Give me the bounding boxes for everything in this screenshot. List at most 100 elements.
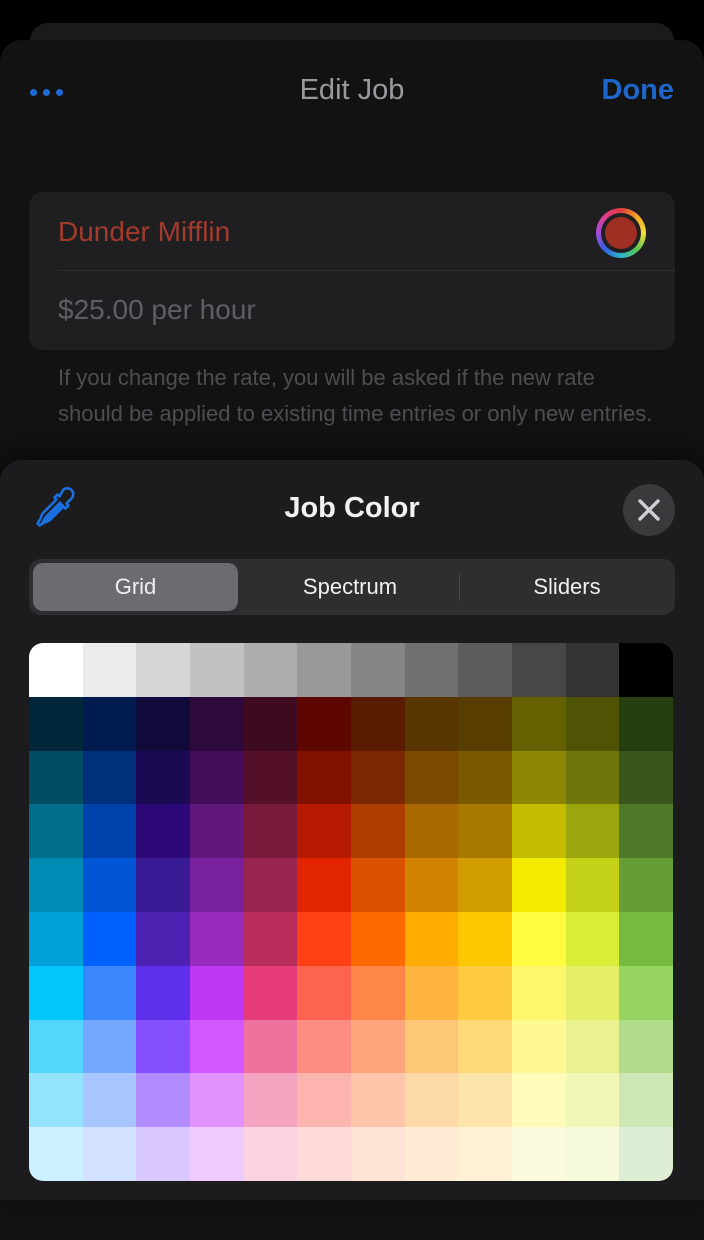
- color-cell[interactable]: [243, 858, 298, 912]
- color-cell[interactable]: [458, 643, 512, 697]
- color-cell[interactable]: [190, 750, 244, 805]
- color-cell[interactable]: [136, 965, 190, 1020]
- color-cell[interactable]: [458, 696, 512, 751]
- color-cell[interactable]: [136, 696, 190, 751]
- color-cell[interactable]: [82, 858, 137, 912]
- color-cell[interactable]: [404, 696, 459, 751]
- color-cell[interactable]: [619, 1073, 673, 1128]
- color-cell[interactable]: [351, 1073, 405, 1128]
- color-cell[interactable]: [404, 858, 459, 912]
- color-cell[interactable]: [82, 1073, 137, 1128]
- tab-spectrum[interactable]: Spectrum: [244, 563, 456, 611]
- color-cell[interactable]: [243, 696, 298, 751]
- color-cell[interactable]: [136, 804, 190, 859]
- color-cell[interactable]: [82, 965, 137, 1020]
- color-cell[interactable]: [297, 858, 351, 912]
- color-cell[interactable]: [190, 696, 244, 751]
- color-cell[interactable]: [565, 911, 620, 966]
- color-cell[interactable]: [29, 750, 83, 805]
- color-cell[interactable]: [512, 643, 566, 697]
- color-cell[interactable]: [190, 965, 244, 1020]
- color-cell[interactable]: [82, 696, 137, 751]
- color-cell[interactable]: [190, 643, 244, 697]
- color-cell[interactable]: [404, 965, 459, 1020]
- color-cell[interactable]: [29, 643, 83, 697]
- color-cell[interactable]: [619, 696, 673, 751]
- color-cell[interactable]: [565, 1073, 620, 1128]
- color-cell[interactable]: [136, 750, 190, 805]
- color-cell[interactable]: [243, 643, 298, 697]
- color-cell[interactable]: [297, 804, 351, 859]
- color-cell[interactable]: [351, 858, 405, 912]
- color-cell[interactable]: [243, 1019, 298, 1074]
- color-cell[interactable]: [297, 1019, 351, 1074]
- color-cell[interactable]: [619, 750, 673, 805]
- color-cell[interactable]: [404, 1127, 459, 1181]
- tab-sliders[interactable]: Sliders: [463, 563, 671, 611]
- job-color-swatch[interactable]: [596, 208, 646, 258]
- color-cell[interactable]: [297, 643, 351, 697]
- color-cell[interactable]: [458, 911, 512, 966]
- color-cell[interactable]: [512, 858, 566, 912]
- color-cell[interactable]: [404, 1073, 459, 1128]
- color-cell[interactable]: [512, 750, 566, 805]
- color-cell[interactable]: [404, 643, 459, 697]
- color-cell[interactable]: [190, 1019, 244, 1074]
- color-cell[interactable]: [458, 750, 512, 805]
- color-cell[interactable]: [565, 858, 620, 912]
- color-cell[interactable]: [297, 750, 351, 805]
- color-cell[interactable]: [458, 804, 512, 859]
- color-cell[interactable]: [351, 696, 405, 751]
- color-cell[interactable]: [29, 696, 83, 751]
- color-cell[interactable]: [190, 858, 244, 912]
- color-cell[interactable]: [297, 1127, 351, 1181]
- color-cell[interactable]: [82, 1019, 137, 1074]
- color-cell[interactable]: [458, 965, 512, 1020]
- color-cell[interactable]: [190, 804, 244, 859]
- color-cell[interactable]: [82, 1127, 137, 1181]
- done-button[interactable]: Done: [602, 74, 675, 107]
- color-cell[interactable]: [297, 911, 351, 966]
- color-cell[interactable]: [565, 643, 620, 697]
- color-cell[interactable]: [29, 858, 83, 912]
- color-cell[interactable]: [565, 1019, 620, 1074]
- color-cell[interactable]: [619, 804, 673, 859]
- color-cell[interactable]: [136, 858, 190, 912]
- color-cell[interactable]: [351, 750, 405, 805]
- color-cell[interactable]: [190, 1127, 244, 1181]
- color-cell[interactable]: [29, 911, 83, 966]
- color-cell[interactable]: [512, 1127, 566, 1181]
- color-cell[interactable]: [297, 696, 351, 751]
- color-cell[interactable]: [351, 643, 405, 697]
- color-cell[interactable]: [243, 750, 298, 805]
- color-cell[interactable]: [136, 1127, 190, 1181]
- color-cell[interactable]: [243, 965, 298, 1020]
- color-cell[interactable]: [136, 911, 190, 966]
- color-cell[interactable]: [190, 911, 244, 966]
- color-cell[interactable]: [565, 965, 620, 1020]
- color-cell[interactable]: [512, 1073, 566, 1128]
- color-cell[interactable]: [29, 1127, 83, 1181]
- color-cell[interactable]: [351, 965, 405, 1020]
- color-cell[interactable]: [458, 1127, 512, 1181]
- color-cell[interactable]: [512, 1019, 566, 1074]
- color-cell[interactable]: [512, 911, 566, 966]
- color-cell[interactable]: [29, 965, 83, 1020]
- color-cell[interactable]: [619, 858, 673, 912]
- color-cell[interactable]: [136, 1019, 190, 1074]
- color-cell[interactable]: [619, 1127, 673, 1181]
- color-cell[interactable]: [565, 804, 620, 859]
- color-cell[interactable]: [458, 1073, 512, 1128]
- color-cell[interactable]: [619, 1019, 673, 1074]
- color-cell[interactable]: [190, 1073, 244, 1128]
- color-cell[interactable]: [351, 911, 405, 966]
- color-cell[interactable]: [297, 1073, 351, 1128]
- color-cell[interactable]: [619, 911, 673, 966]
- color-cell[interactable]: [404, 804, 459, 859]
- color-cell[interactable]: [29, 1073, 83, 1128]
- color-cell[interactable]: [619, 643, 673, 697]
- color-cell[interactable]: [351, 804, 405, 859]
- color-cell[interactable]: [29, 1019, 83, 1074]
- color-cell[interactable]: [619, 965, 673, 1020]
- color-cell[interactable]: [243, 911, 298, 966]
